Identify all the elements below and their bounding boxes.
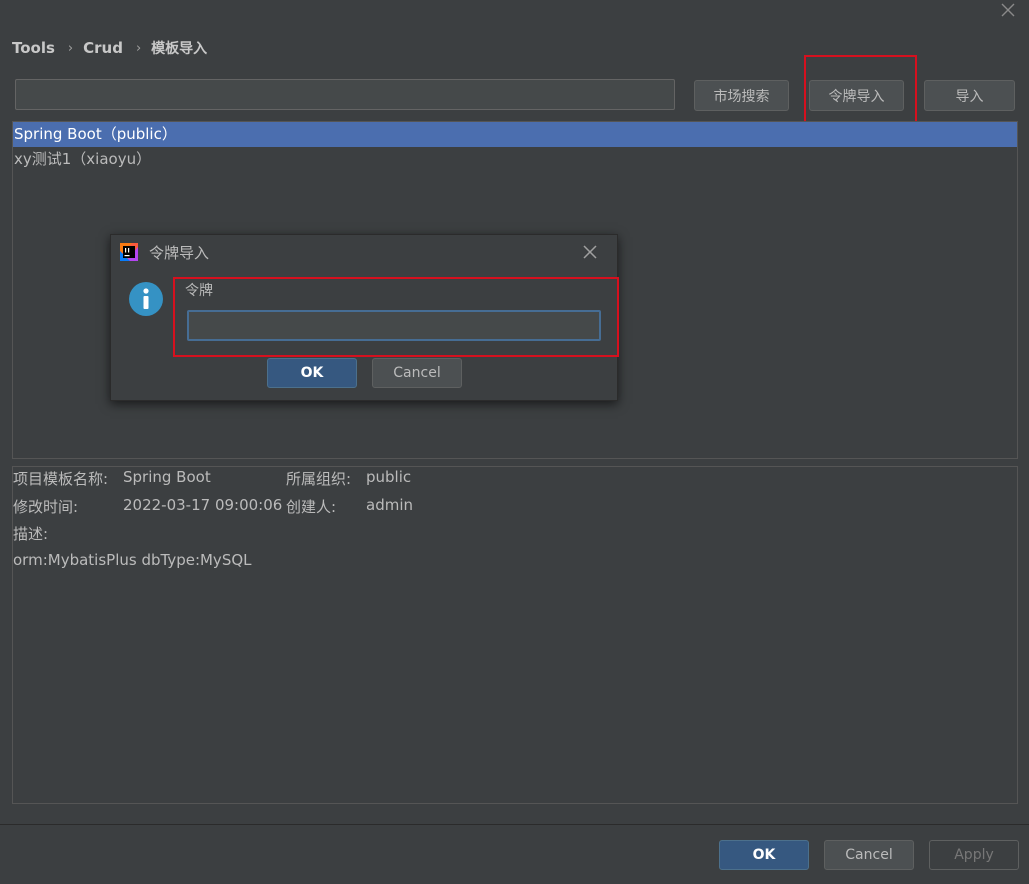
ok-button[interactable]: OK [719, 840, 809, 870]
token-label: 令牌 [185, 283, 213, 299]
template-details-panel: 项目模板名称: Spring Boot 所属组织: public 修改时间: 2… [12, 466, 1018, 804]
modified-label: 修改时间: [13, 498, 79, 516]
window-close-icon[interactable] [995, 0, 1021, 22]
name-value: Spring Boot [123, 468, 211, 486]
description-label: 描述: [13, 525, 49, 543]
search-input[interactable] [15, 79, 675, 110]
info-icon [128, 281, 164, 317]
token-import-dialog: 令牌导入 令牌 OK Cancel [110, 234, 619, 401]
breadcrumb: Tools › Crud › 模板导入 [12, 37, 207, 59]
close-icon[interactable] [579, 241, 601, 263]
chevron-right-icon: › [135, 40, 142, 56]
import-button[interactable]: 导入 [924, 80, 1015, 111]
dialog-title: 令牌导入 [149, 244, 210, 262]
breadcrumb-crud[interactable]: Crud [83, 39, 123, 57]
footer-divider [0, 824, 1029, 825]
chevron-right-icon: › [67, 40, 74, 56]
description-value: orm:MybatisPlus dbType:MySQL [13, 551, 252, 569]
modified-value: 2022-03-17 09:00:06 [123, 496, 283, 514]
dialog-ok-button[interactable]: OK [267, 358, 357, 388]
dialog-cancel-button[interactable]: Cancel [372, 358, 462, 388]
token-input[interactable] [187, 310, 601, 341]
intellij-logo-icon [120, 243, 138, 261]
breadcrumb-tools[interactable]: Tools [12, 39, 55, 57]
market-search-button[interactable]: 市场搜索 [694, 80, 789, 111]
list-item[interactable]: Spring Boot（public） [13, 122, 1017, 147]
token-import-button[interactable]: 令牌导入 [809, 80, 904, 111]
breadcrumb-template-import: 模板导入 [151, 41, 208, 57]
list-item[interactable]: xy测试1（xiaoyu） [13, 147, 1017, 172]
name-label: 项目模板名称: [13, 470, 109, 488]
creator-label: 创建人: [286, 498, 337, 516]
cancel-button[interactable]: Cancel [824, 840, 914, 870]
apply-button[interactable]: Apply [929, 840, 1019, 870]
org-value: public [366, 468, 412, 486]
org-label: 所属组织: [286, 470, 352, 488]
creator-value: admin [366, 496, 413, 514]
